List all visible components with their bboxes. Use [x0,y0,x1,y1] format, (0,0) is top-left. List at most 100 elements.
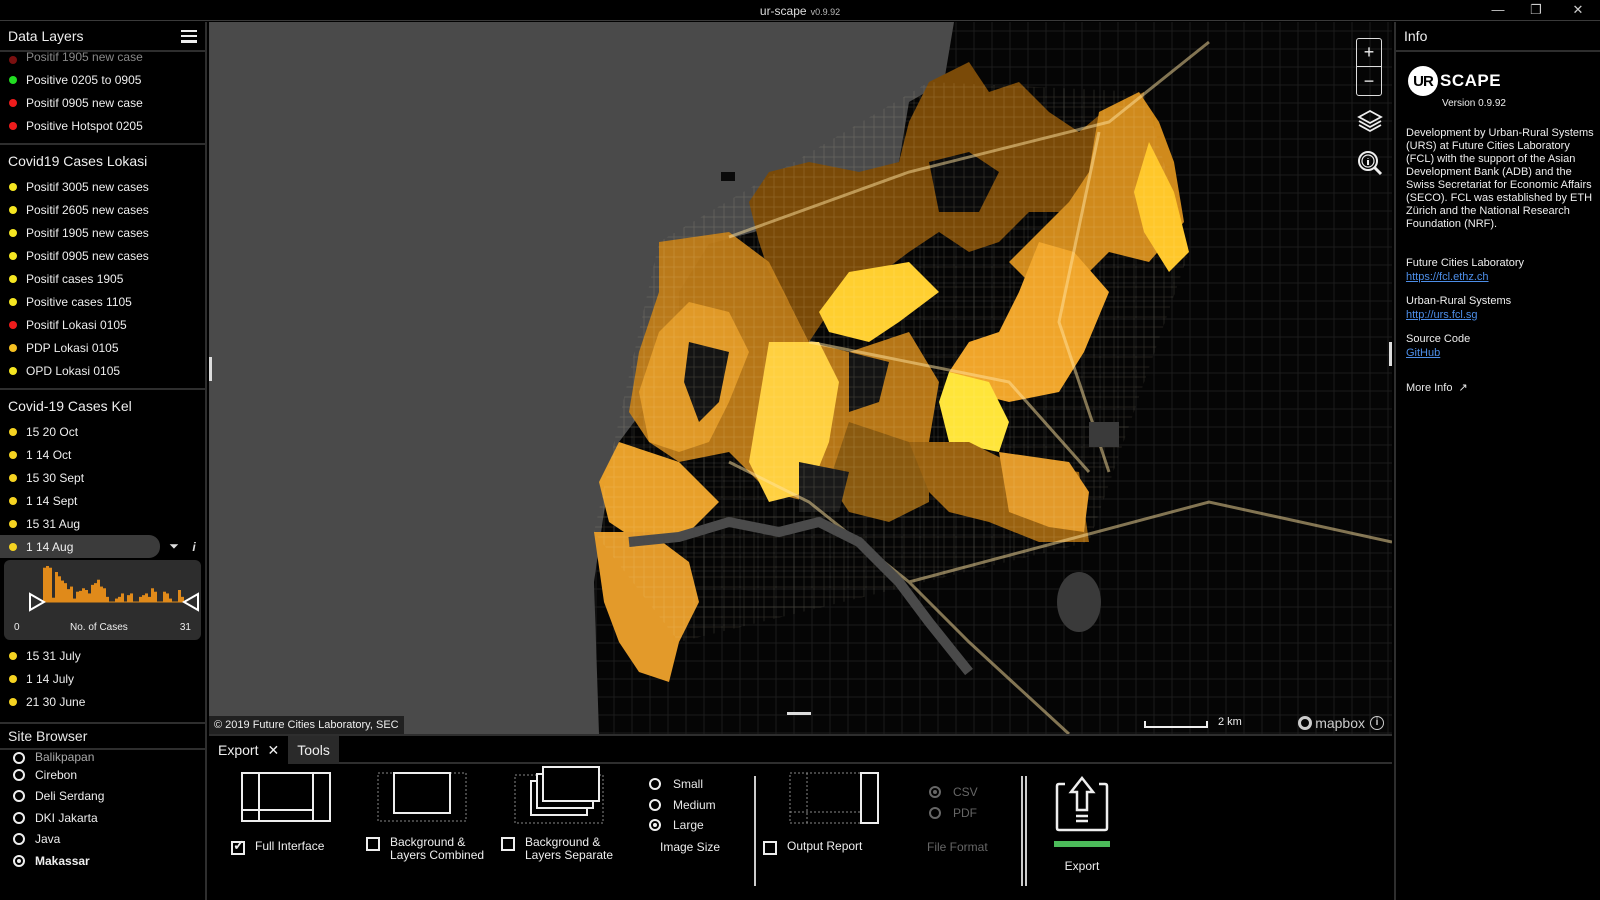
layer-item[interactable]: 21 30 June [0,690,205,713]
urscape-logo: UR SCAPE [1408,66,1600,96]
site-item[interactable]: DKI Jakarta [0,807,207,829]
checkbox[interactable] [366,837,380,851]
histogram-bar [70,586,73,602]
layer-item[interactable]: 15 20 Oct [0,420,205,443]
file-format-option[interactable]: PDF [929,803,978,824]
radio-button[interactable] [13,833,25,846]
info-link[interactable]: GitHub [1406,347,1600,359]
layer-color-dot-icon [9,450,17,459]
tab-tools[interactable]: Tools [288,736,339,764]
site-item[interactable]: Makassar [0,850,207,872]
radio-button[interactable] [13,854,25,867]
export-option-layers-combined[interactable] [377,772,467,822]
close-tab-icon[interactable]: ✕ [267,742,279,759]
layer-item[interactable]: Positive cases 1105 [0,290,205,313]
info-link[interactable]: https://fcl.ethz.ch [1406,271,1600,283]
image-size-option[interactable]: Small [649,774,716,795]
map-info-icon[interactable]: i [1370,716,1384,730]
file-format-option[interactable]: CSV [929,782,978,803]
layer-item[interactable]: Positif cases 1905 [0,267,205,290]
layers-separate-checkbox[interactable]: Background & Layers Separate [501,836,613,862]
checkbox[interactable] [231,839,245,855]
radio-button[interactable] [649,778,661,791]
checkbox[interactable] [763,841,777,855]
menu-icon[interactable] [181,29,197,43]
inspect-icon[interactable] [1356,149,1384,177]
bottom-panel-resize-handle[interactable] [787,712,811,715]
radio-button[interactable] [929,786,941,799]
export-option-layers-separate[interactable] [514,762,606,824]
layer-item[interactable]: Positif 2605 new cases [0,198,205,221]
histogram-bar [79,590,82,602]
layer-item[interactable]: Positive Hotspot 0205 [0,114,205,137]
layer-item[interactable]: 1 14 Sept [0,489,205,512]
tab-export[interactable]: Export ✕ [209,736,289,764]
more-info-link[interactable]: More Info ↗ [1406,381,1600,395]
site-list[interactable]: Balikpapan Cirebon Deli Serdang DKI Jakarta… [0,750,207,872]
layers-list[interactable]: Positif 1905 new case Positive 0205 to 09… [0,52,205,729]
radio-button[interactable] [649,798,661,811]
layer-item[interactable]: Positif 3005 new cases [0,175,205,198]
layer-item[interactable]: 15 31 July [0,644,205,667]
layer-color-dot-icon [9,205,17,214]
radio-button[interactable] [13,790,25,803]
radio-button[interactable] [13,811,25,824]
layer-group: Covid19 Cases Lokasi Positif 3005 new cas… [0,143,205,388]
zoom-out-button[interactable]: − [1357,67,1381,95]
info-icon[interactable]: i [184,537,204,557]
divider [1021,776,1023,886]
export-button[interactable]: Export [1054,775,1110,873]
layer-group-title: Covid-19 Cases Kel [0,388,205,420]
radio-button[interactable] [649,819,661,832]
layer-item[interactable]: Positif 1905 new case [0,52,205,64]
layer-item[interactable]: PDP Lokasi 0105 [0,336,205,359]
layer-item[interactable]: 15 31 Aug [0,512,205,535]
export-option-full-interface[interactable] [241,772,331,822]
restore-button[interactable]: ❐ [1526,2,1546,18]
filter-icon[interactable]: ⏷ [164,537,184,557]
radio-button[interactable] [13,752,25,764]
radio-button[interactable] [929,806,941,819]
layer-item[interactable]: Positif 0905 new cases [0,244,205,267]
info-link-block: Urban-Rural Systems http://urs.fcl.sg [1406,295,1600,321]
layer-item[interactable]: Positif 0905 new case [0,91,205,114]
radio-button[interactable] [13,768,25,781]
layer-item[interactable]: 1 14 Oct [0,443,205,466]
layer-item[interactable]: OPD Lokasi 0105 [0,359,205,382]
image-size-option[interactable]: Medium [649,795,716,816]
map-canvas[interactable] [209,22,1392,734]
histogram-bar [166,593,169,602]
image-size-option[interactable]: Large [649,815,716,836]
checkbox-label: Background & Layers Separate [525,835,614,862]
minimize-button[interactable]: — [1488,2,1508,17]
site-item[interactable]: Java [0,829,207,851]
checkbox[interactable] [501,837,515,851]
site-item[interactable]: Deli Serdang [0,786,207,808]
output-report-checkbox[interactable]: Output Report [763,840,862,855]
layers-combined-checkbox[interactable]: Background & Layers Combined [366,836,484,862]
close-window-button[interactable]: ✕ [1568,2,1588,18]
layer-item[interactable]: 1 14 Aug [0,535,160,558]
layer-item[interactable]: Positif 1905 new cases [0,221,205,244]
right-panel-resize-handle[interactable] [1389,342,1392,366]
layer-item[interactable]: 1 14 July [0,667,205,690]
full-interface-checkbox[interactable]: Full Interface [231,839,324,855]
map-view[interactable]: + − © 2019 Future Cities Laboratory, SEC… [209,22,1392,734]
site-item[interactable]: Cirebon [0,764,207,786]
site-label: Java [35,832,61,847]
option-label: Medium [673,797,716,812]
range-min-handle[interactable] [29,592,47,612]
info-link[interactable]: http://urs.fcl.sg [1406,309,1600,321]
layers-icon[interactable] [1356,106,1384,134]
map-controls: + − [1356,38,1384,182]
layer-item[interactable]: Positif Lokasi 0105 [0,313,205,336]
site-item[interactable]: Balikpapan [0,750,207,764]
range-max-handle[interactable] [181,592,199,612]
left-panel-resize-handle[interactable] [209,357,212,381]
layer-item[interactable]: Positive 0205 to 0905 [0,68,205,91]
layer-color-dot-icon [9,542,17,551]
layer-item[interactable]: 15 30 Sept [0,466,205,489]
output-report-option[interactable] [789,772,879,824]
histogram-filter[interactable]: 0 No. of Cases 31 [4,560,201,640]
zoom-in-button[interactable]: + [1357,39,1381,67]
